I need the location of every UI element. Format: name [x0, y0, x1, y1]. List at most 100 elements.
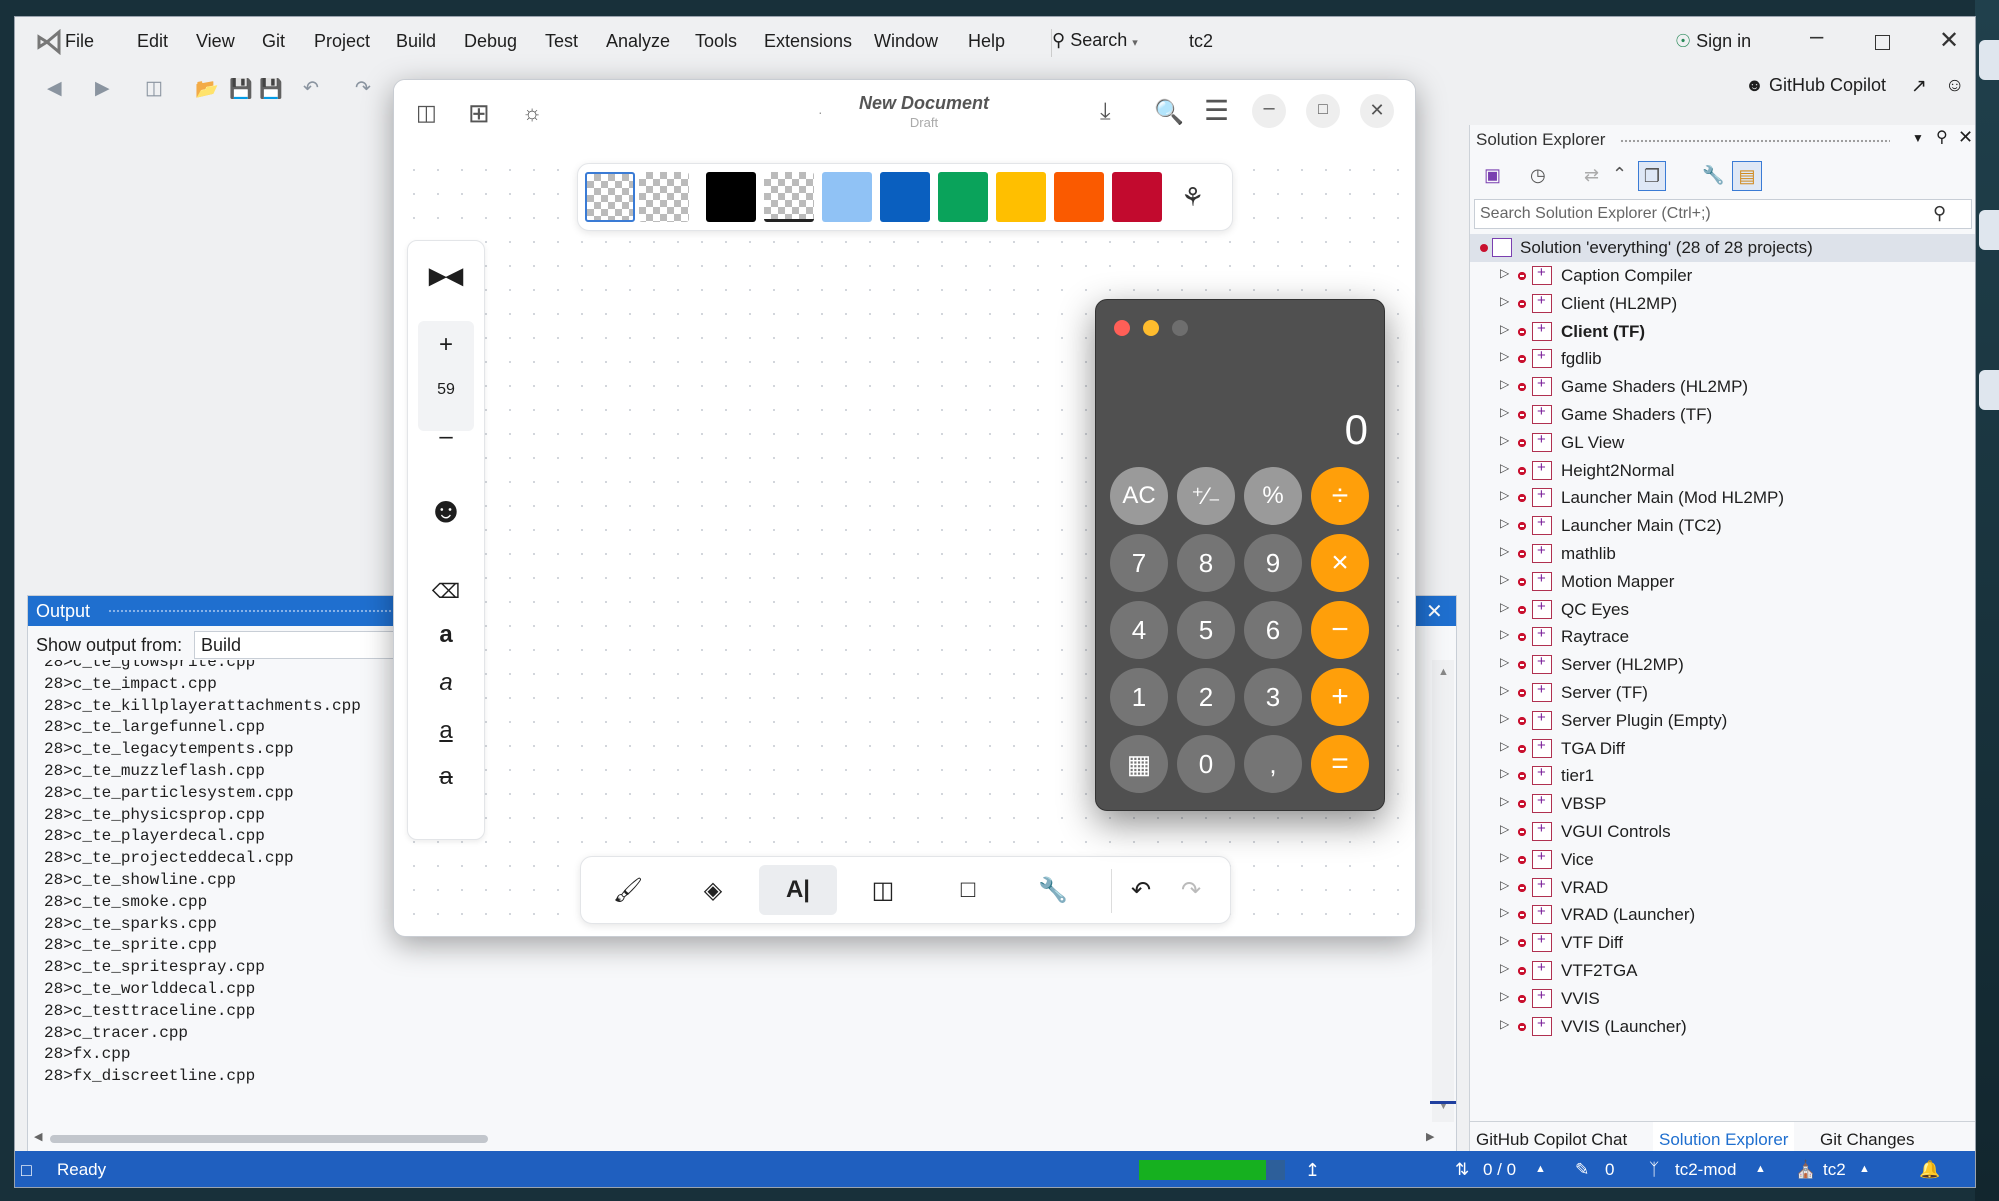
project-row[interactable]: ▷ Height2Normal — [1470, 457, 1975, 485]
add-button[interactable]: + — [1311, 668, 1369, 726]
undo-icon[interactable]: ↶ — [1113, 865, 1169, 915]
digit-6-button[interactable]: 6 — [1244, 601, 1302, 659]
repository-name[interactable]: tc2 — [1823, 1160, 1846, 1180]
forward-icon[interactable]: ▶ — [95, 77, 110, 100]
menu-build[interactable]: Build — [396, 31, 436, 52]
properties-icon[interactable]: 🔧 — [1702, 165, 1724, 186]
digit-5-button[interactable]: 5 — [1177, 601, 1235, 659]
project-row[interactable]: ▷ Launcher Main (Mod HL2MP) — [1470, 484, 1975, 512]
expand-icon[interactable]: ▷ — [1500, 989, 1509, 1003]
subtract-button[interactable]: − — [1311, 601, 1369, 659]
scroll-right-icon[interactable]: ▶ — [1426, 1130, 1434, 1143]
digit-3-button[interactable]: 3 — [1244, 668, 1302, 726]
expand-icon[interactable]: ▷ — [1500, 711, 1509, 725]
new-page-icon[interactable]: ⊞ — [468, 98, 490, 129]
project-row[interactable]: ▷ Game Shaders (HL2MP) — [1470, 373, 1975, 401]
project-row[interactable]: ▷ Server (HL2MP) — [1470, 651, 1975, 679]
new-project-icon[interactable]: ◫ — [145, 77, 163, 100]
document-title[interactable]: New Document — [814, 93, 1034, 114]
project-row[interactable]: ▷ GL View — [1470, 429, 1975, 457]
menu-help[interactable]: Help — [968, 31, 1005, 52]
color-swatch[interactable] — [822, 172, 872, 222]
project-row[interactable]: ▷ Launcher Main (TC2) — [1470, 512, 1975, 540]
expand-icon[interactable]: ▷ — [1500, 322, 1509, 336]
zoom-button[interactable] — [1172, 320, 1188, 336]
decrease-size-button[interactable]: – — [408, 423, 484, 451]
switch-views-icon[interactable]: ▣ — [1484, 165, 1501, 186]
expand-icon[interactable]: ▷ — [1500, 933, 1509, 947]
settings-icon[interactable]: 🔧 — [1014, 865, 1092, 915]
digit-7-button[interactable]: 7 — [1110, 534, 1168, 592]
select-icon[interactable]: □ — [929, 865, 1007, 915]
project-row[interactable]: ▷ mathlib — [1470, 540, 1975, 568]
project-row[interactable]: ▷ Vice — [1470, 846, 1975, 874]
pin-icon[interactable]: ⚲ — [1936, 127, 1948, 147]
pending-edits-count[interactable]: 0 — [1605, 1160, 1614, 1180]
minimize-button[interactable]: – — [1252, 94, 1286, 128]
text-underline-icon[interactable]: a — [408, 717, 484, 745]
project-row[interactable]: ▷ tier1 — [1470, 762, 1975, 790]
expand-icon[interactable]: ▷ — [1500, 878, 1509, 892]
expand-icon[interactable]: ▷ — [1500, 461, 1509, 475]
expand-icon[interactable]: ▷ — [1500, 739, 1509, 753]
sign-in-button[interactable]: ☉ Sign in — [1675, 31, 1751, 52]
shapes-icon[interactable]: ◈ — [674, 865, 752, 915]
back-icon[interactable]: ◀ — [47, 77, 62, 100]
project-row[interactable]: ▷ Caption Compiler — [1470, 262, 1975, 290]
preview-icon[interactable]: ▤ — [1732, 161, 1762, 191]
project-row[interactable]: ▷ VTF2TGA — [1470, 957, 1975, 985]
calculator-mode-button[interactable]: ▦ — [1110, 735, 1168, 793]
eraser-icon[interactable]: ◫ — [844, 865, 922, 915]
branch-name[interactable]: tc2-mod — [1675, 1160, 1736, 1180]
menu-git[interactable]: Git — [262, 31, 285, 52]
project-row[interactable]: ▷ VRAD (Launcher) — [1470, 901, 1975, 929]
sync-icon[interactable]: ⇄ — [1584, 165, 1599, 186]
expand-icon[interactable]: ▷ — [1500, 850, 1509, 864]
expand-icon[interactable]: ▷ — [1500, 349, 1509, 363]
menu-extensions[interactable]: Extensions — [764, 31, 852, 52]
color-swatch[interactable] — [996, 172, 1046, 222]
expand-icon[interactable]: ▷ — [1500, 377, 1509, 391]
project-row[interactable]: ▷ Game Shaders (TF) — [1470, 401, 1975, 429]
color-swatch[interactable] — [1112, 172, 1162, 222]
show-all-files-icon[interactable]: ❐ — [1638, 161, 1666, 191]
menu-tools[interactable]: Tools — [695, 31, 737, 52]
decimal-button[interactable]: , — [1244, 735, 1302, 793]
color-swatch[interactable] — [764, 172, 814, 222]
stroke-color-swatch[interactable] — [585, 172, 635, 222]
project-row[interactable]: ▷ VGUI Controls — [1470, 818, 1975, 846]
expand-icon[interactable]: ▷ — [1500, 488, 1509, 502]
expand-icon[interactable]: ▷ — [1500, 572, 1509, 586]
menu-edit[interactable]: Edit — [137, 31, 168, 52]
expand-icon[interactable]: ▷ — [1500, 822, 1509, 836]
maximize-button[interactable] — [1875, 35, 1890, 50]
save-all-icon[interactable]: 💾 — [259, 77, 283, 101]
menu-project[interactable]: Project — [314, 31, 370, 52]
changes-count[interactable]: 0 / 0 — [1483, 1160, 1516, 1180]
expand-icon[interactable]: ▷ — [1500, 516, 1509, 530]
horizontal-scrollbar[interactable]: ◀ ▶ — [28, 1130, 1438, 1148]
expand-icon[interactable]: ▷ — [1500, 766, 1509, 780]
chevron-down-icon[interactable]: ▼ — [1912, 131, 1924, 145]
vertical-scrollbar[interactable]: ▲ ▼ — [1432, 660, 1454, 1122]
text-strikethrough-icon[interactable]: a — [408, 763, 484, 791]
equals-button[interactable]: = — [1311, 735, 1369, 793]
close-button[interactable]: ✕ — [1360, 94, 1394, 128]
divide-button[interactable]: ÷ — [1311, 467, 1369, 525]
color-mixer-icon[interactable]: ⚘ — [1181, 182, 1204, 213]
download-icon[interactable]: ⤓ — [1100, 98, 1111, 126]
tab-github-copilot-chat[interactable]: GitHub Copilot Chat — [1476, 1130, 1627, 1150]
close-button[interactable] — [1114, 320, 1130, 336]
project-row[interactable]: ▷ Motion Mapper — [1470, 568, 1975, 596]
collapse-all-icon[interactable]: ⌃ — [1612, 164, 1627, 185]
minimize-button[interactable] — [1143, 320, 1159, 336]
expand-icon[interactable]: ▷ — [1500, 905, 1509, 919]
fill-color-swatch[interactable] — [639, 172, 689, 222]
expand-icon[interactable]: ▷ — [1500, 1017, 1509, 1031]
project-row[interactable]: ▷ VRAD — [1470, 874, 1975, 902]
brush-icon[interactable]: 🖌 — [589, 865, 667, 915]
tab-git-changes[interactable]: Git Changes — [1820, 1130, 1915, 1150]
delete-icon[interactable]: ⌫ — [408, 579, 484, 604]
notification-icon[interactable]: 🔔 — [1919, 1160, 1940, 1180]
save-icon[interactable]: 💾 — [229, 77, 253, 101]
